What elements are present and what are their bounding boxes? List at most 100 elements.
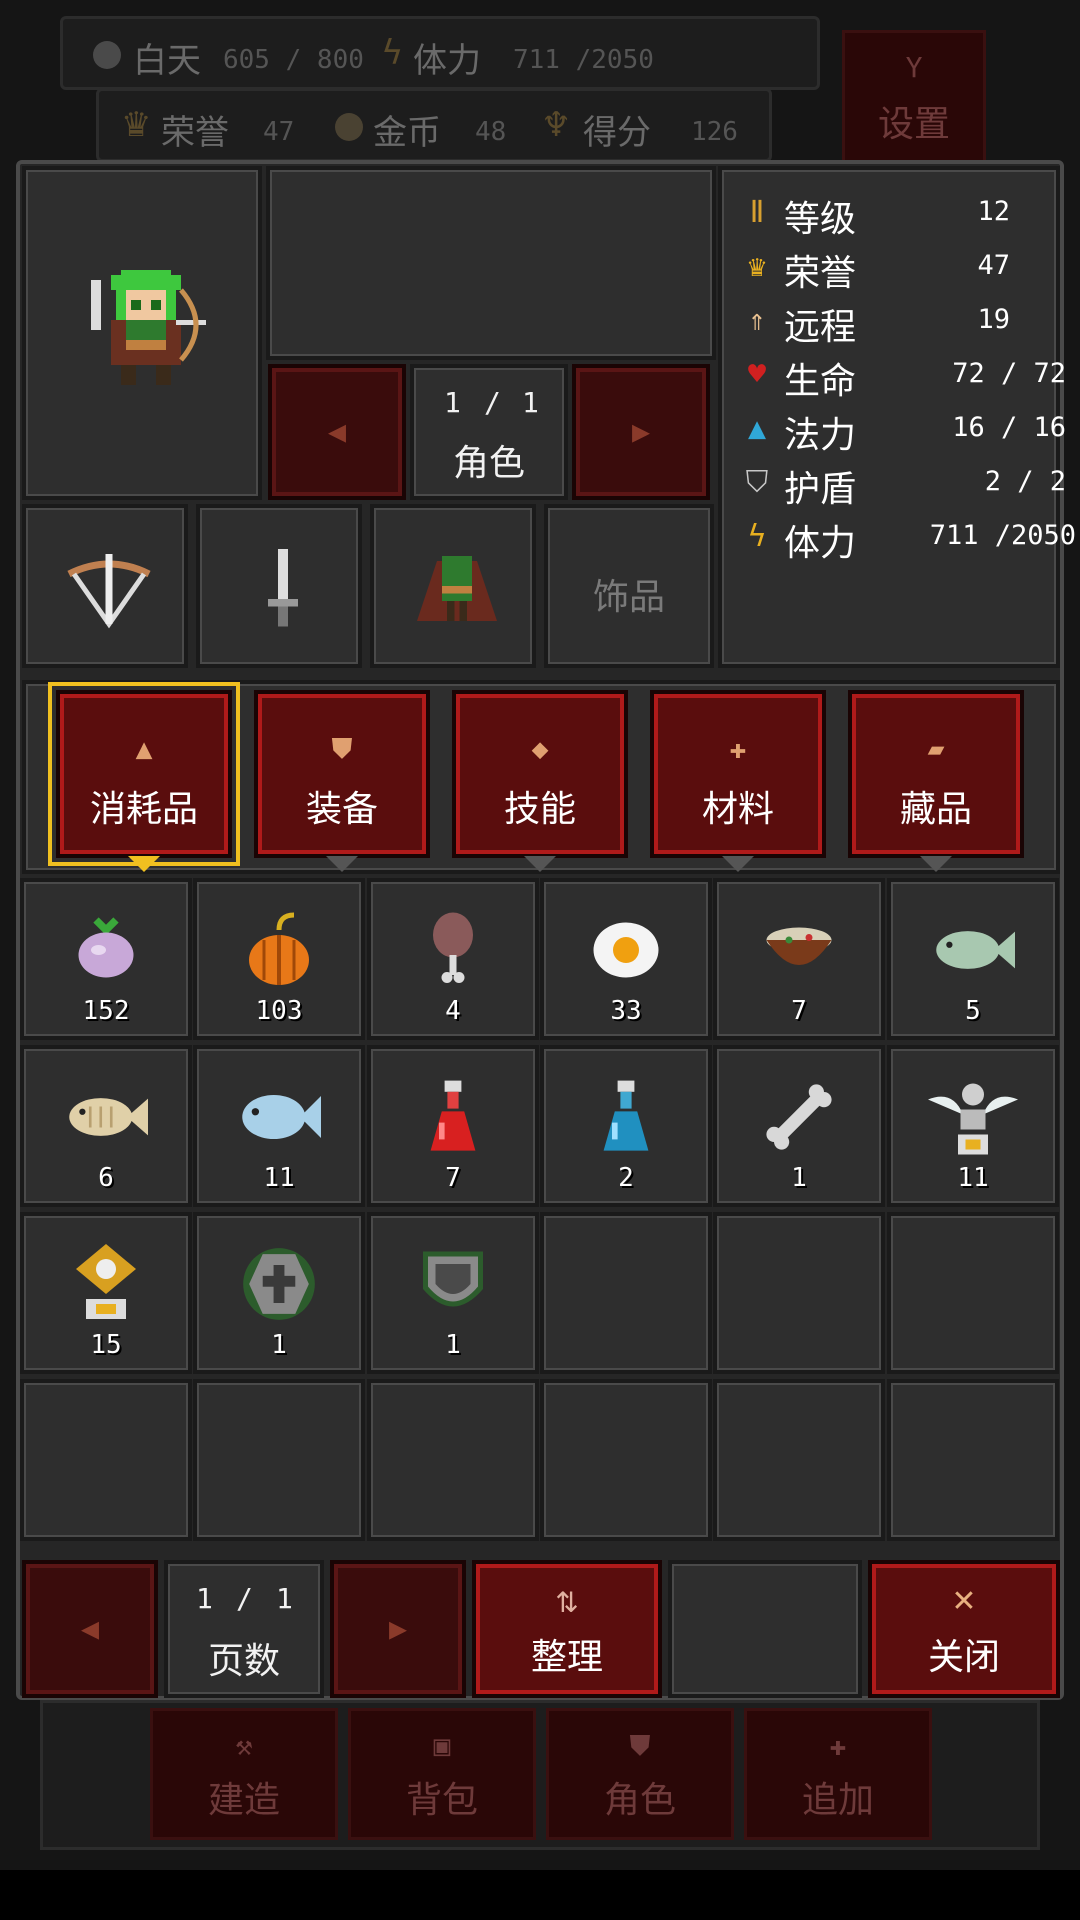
crown-icon: ♛ <box>121 105 152 145</box>
inventory-slot[interactable]: 1 <box>713 1045 885 1207</box>
item-count: 1 <box>271 1330 287 1360</box>
tab-notch <box>920 856 952 872</box>
item-count: 15 <box>90 1330 122 1360</box>
tab-collectibles-label: 藏品 <box>899 789 972 830</box>
inventory-slot[interactable]: 11 <box>193 1045 365 1207</box>
item-count: 7 <box>791 996 807 1026</box>
page-prev-button[interactable]: ◀ <box>22 1560 158 1698</box>
stat-health-value: 72 / 72 <box>952 358 1066 389</box>
dried-fish-icon <box>24 1077 188 1157</box>
inventory-slot[interactable]: 5 <box>887 878 1059 1040</box>
character-prev-button[interactable]: ◀ <box>268 364 406 500</box>
close-button[interactable]: ✕ 关闭 <box>868 1560 1060 1698</box>
settings-label: 设置 <box>877 104 950 145</box>
inventory-slot[interactable] <box>193 1379 365 1541</box>
tab-materials[interactable]: ✚ 材料 <box>650 690 826 872</box>
dagger-icon <box>268 549 298 627</box>
scroll-icon: ▰ <box>927 732 945 765</box>
bag-icon: ▣ <box>433 1729 451 1762</box>
shield-nav-icon: ⛊ <box>629 1729 651 1762</box>
honor-value: 47 <box>263 117 295 147</box>
diamond-icon: ◆ <box>531 732 549 765</box>
character-page-total: 1 <box>522 386 539 419</box>
inventory-slot[interactable]: 152 <box>20 878 192 1040</box>
inventory-slot[interactable] <box>367 1379 539 1541</box>
equip-slot-accessory[interactable]: 饰品 <box>544 504 714 668</box>
nav-character-label: 角色 <box>603 1780 676 1821</box>
inventory-slot[interactable]: 2 <box>540 1045 712 1207</box>
shield-item-icon <box>371 1244 535 1324</box>
character-page-current: 1 <box>444 386 461 419</box>
nav-character-button[interactable]: ⛊ 角色 <box>546 1708 734 1840</box>
inventory-slot[interactable] <box>887 1212 1059 1374</box>
heart-icon: ♥ <box>747 357 767 392</box>
gold-ornament-icon <box>24 1244 188 1324</box>
top-resource-bar: 白天 605 / 800 ϟ 体力 711 /2050 <box>60 16 820 90</box>
inventory-slot[interactable] <box>540 1379 712 1541</box>
left-arrow-icon: ◀ <box>327 414 347 450</box>
shield-tab-icon: ⛊ <box>331 732 353 765</box>
page-sep: / <box>236 1582 253 1615</box>
stamina-value: 711 /2050 <box>513 45 654 75</box>
stat-ranged-value: 19 <box>977 304 1010 335</box>
page-indicator: 1 / 1 页数 <box>164 1560 324 1698</box>
stat-level: Ⅱ 等级 12 <box>740 186 1070 241</box>
cross-gem-icon: ✚ <box>729 732 747 765</box>
inventory-slot[interactable]: 11 <box>887 1045 1059 1207</box>
left-arrow-icon: ◀ <box>80 1611 100 1647</box>
nav-build-button[interactable]: ⚒ 建造 <box>150 1708 338 1840</box>
item-count: 5 <box>965 996 981 1026</box>
accessory-label: 饰品 <box>592 577 665 618</box>
inventory-slot[interactable]: 7 <box>367 1045 539 1207</box>
inventory-slot[interactable] <box>713 1379 885 1541</box>
nav-bag-button[interactable]: ▣ 背包 <box>348 1708 536 1840</box>
lightning-icon: ϟ <box>747 519 767 554</box>
equip-slot-armor[interactable] <box>370 504 536 668</box>
ranged-icon: ⇑ <box>747 303 767 338</box>
score-label: 得分 <box>583 113 651 153</box>
inventory-slot[interactable]: 103 <box>193 878 365 1040</box>
tab-notch <box>524 856 556 872</box>
inventory-slot[interactable] <box>540 1212 712 1374</box>
stamina-label: 体力 <box>413 41 481 81</box>
portrait-cell <box>22 166 262 500</box>
inventory-slot[interactable] <box>20 1379 192 1541</box>
item-count: 6 <box>98 1163 114 1193</box>
nav-add-button[interactable]: ✚ 追加 <box>744 1708 932 1840</box>
crossbow-icon <box>67 554 151 629</box>
tab-collectibles[interactable]: ▰ 藏品 <box>848 690 1024 872</box>
inventory-slot[interactable]: 1 <box>367 1212 539 1374</box>
settings-button[interactable]: Y 设置 <box>842 30 986 164</box>
stat-shield: ⛉ 护盾 2 / 2 <box>740 456 1070 511</box>
tab-skills[interactable]: ◆ 技能 <box>452 690 628 872</box>
stat-stamina: ϟ 体力 711 /2050 <box>740 510 1076 565</box>
inventory-slot[interactable]: 7 <box>713 878 885 1040</box>
tab-equipment[interactable]: ⛊ 装备 <box>254 690 430 872</box>
potion-icon: ▲ <box>747 411 767 446</box>
plus-icon: ✚ <box>829 1729 847 1762</box>
inventory-slot[interactable]: 15 <box>20 1212 192 1374</box>
tab-consumables[interactable]: ▲ 消耗品 <box>48 682 240 872</box>
gold-label: 金币 <box>373 113 441 153</box>
page-label: 页数 <box>207 1641 280 1682</box>
stat-health: ♥ 生命 72 / 72 <box>740 348 1070 403</box>
inventory-slot[interactable]: 6 <box>20 1045 192 1207</box>
character-next-button[interactable]: ▶ <box>572 364 710 500</box>
equip-slot-ranged[interactable] <box>22 504 188 668</box>
right-arrow-icon: ▶ <box>631 414 651 450</box>
item-count: 1 <box>445 1330 461 1360</box>
nav-build-label: 建造 <box>207 1780 280 1821</box>
inventory-slot[interactable] <box>887 1379 1059 1541</box>
stat-honor-name: 荣誉 <box>784 253 857 294</box>
nav-add-label: 追加 <box>801 1780 874 1821</box>
page-next-button[interactable]: ▶ <box>330 1560 466 1698</box>
equip-slot-weapon[interactable] <box>196 504 362 668</box>
inventory-slot[interactable]: 1 <box>193 1212 365 1374</box>
inventory-slot[interactable]: 33 <box>540 878 712 1040</box>
inventory-slot[interactable]: 4 <box>367 878 539 1040</box>
stat-honor-value: 47 <box>977 250 1010 281</box>
sort-button[interactable]: ⇅ 整理 <box>472 1560 662 1698</box>
cloak-armor-icon <box>417 556 497 621</box>
inventory-slot[interactable] <box>713 1212 885 1374</box>
page-total: 1 <box>276 1582 293 1615</box>
